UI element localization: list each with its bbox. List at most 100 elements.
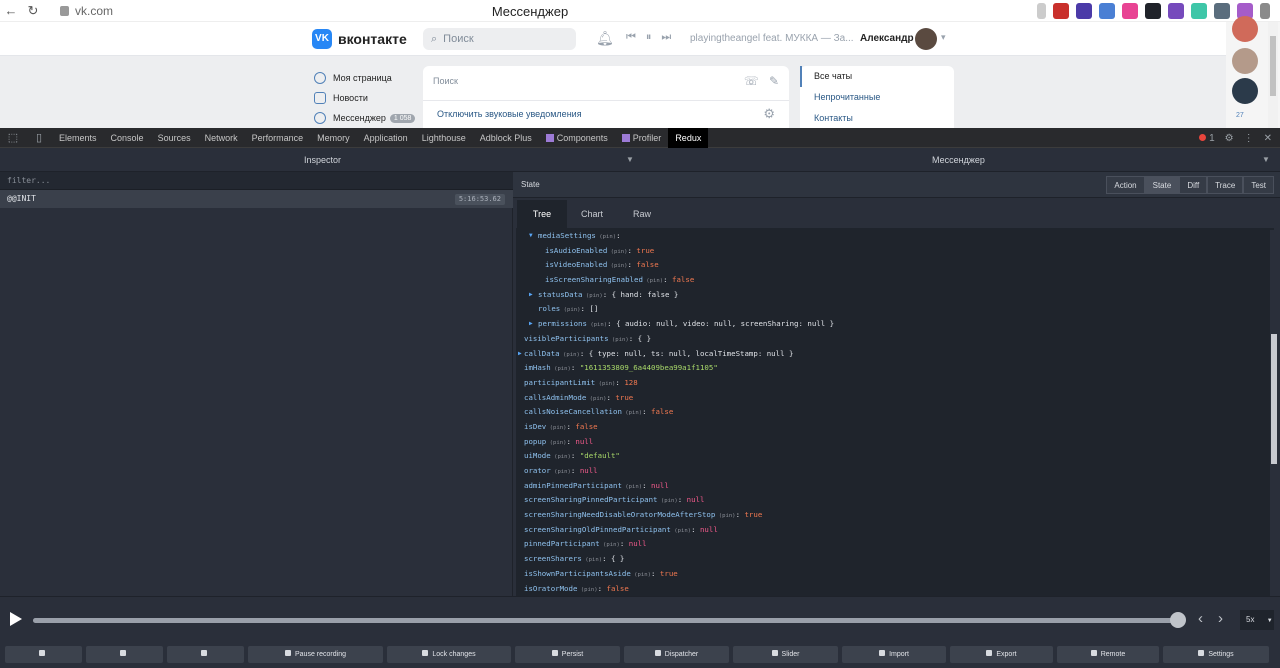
filter-unread[interactable]: Непрочитанные	[800, 87, 954, 108]
tab-chart[interactable]: Chart	[567, 200, 617, 228]
tab-test[interactable]: Test	[1243, 176, 1274, 194]
tree-node[interactable]: ▶ permissions (pin): { audio: null, video…	[524, 317, 1274, 332]
tab-raw[interactable]: Raw	[617, 200, 667, 228]
collapse-arrow-icon[interactable]: ▶	[529, 288, 533, 303]
action-list-item[interactable]: @@INIT 5:16:53.62	[0, 190, 513, 208]
tab-action[interactable]: Action	[1106, 176, 1145, 194]
export-button[interactable]: Export	[950, 646, 1053, 663]
pin-button[interactable]: (pin)	[582, 557, 602, 563]
filter-contacts[interactable]: Контакты	[800, 108, 954, 129]
pin-button[interactable]: (pin)	[551, 454, 571, 460]
sidebar-item-my-page[interactable]: Моя страница	[314, 68, 415, 88]
pause-recording-button[interactable]: Pause recording	[248, 646, 383, 663]
pin-button[interactable]: (pin)	[586, 396, 607, 402]
tree-node[interactable]: ▶ statusData (pin): { hand: false }	[524, 288, 1274, 303]
gear-icon[interactable]: ⚙	[1225, 133, 1234, 144]
pin-button[interactable]: (pin)	[607, 263, 628, 269]
pin-button[interactable]: (pin)	[560, 352, 580, 358]
sidebar-item-news[interactable]: Новости	[314, 88, 415, 108]
tab-network[interactable]: Network	[198, 128, 245, 148]
slider-handle[interactable]	[1170, 612, 1186, 628]
persist-button[interactable]: Persist	[515, 646, 620, 663]
bookmark-icon[interactable]	[1037, 3, 1046, 19]
expand-arrow-icon[interactable]: ▼	[529, 229, 533, 244]
extension-icon[interactable]	[1099, 3, 1115, 19]
redux-icon[interactable]	[1168, 3, 1184, 19]
collapse-arrow-icon[interactable]: ▶	[529, 317, 533, 332]
avatar[interactable]	[1232, 78, 1258, 104]
pin-button[interactable]: (pin)	[609, 337, 629, 343]
track-title[interactable]: playingtheangel feat. МУККА — За...	[690, 33, 854, 44]
call-icon[interactable]: ☏	[744, 74, 759, 88]
more-icon[interactable]: ⋮	[1244, 133, 1254, 144]
pin-button[interactable]: (pin)	[671, 528, 691, 534]
tab-memory[interactable]: Memory	[310, 128, 357, 148]
pin-button[interactable]: (pin)	[607, 249, 628, 255]
tree-node[interactable]: ▶ callData (pin): { type: null, ts: null,…	[518, 347, 1274, 362]
gear-icon[interactable]: ⚙	[763, 106, 775, 122]
inspector-monitor-button[interactable]	[86, 646, 163, 663]
lock-changes-button[interactable]: Lock changes	[387, 646, 511, 663]
tab-sources[interactable]: Sources	[151, 128, 198, 148]
play-icon[interactable]	[10, 612, 22, 626]
pin-button[interactable]: (pin)	[546, 425, 567, 431]
pin-button[interactable]: (pin)	[577, 587, 598, 593]
inspector-header[interactable]: Inspector	[0, 148, 643, 172]
next-track-icon[interactable]: ⏭	[661, 31, 671, 44]
tab-elements[interactable]: Elements	[52, 128, 104, 148]
back-icon[interactable]: ←	[0, 3, 22, 18]
react-icon[interactable]	[1145, 3, 1161, 19]
mute-notifications-link[interactable]: Отключить звуковые уведомления	[437, 109, 582, 119]
pin-button[interactable]: (pin)	[546, 440, 567, 446]
tab-adblock-plus[interactable]: Adblock Plus	[473, 128, 539, 148]
chevron-left-icon[interactable]: ‹	[1198, 610, 1203, 627]
tab-console[interactable]: Console	[104, 128, 151, 148]
download-icon[interactable]	[1260, 3, 1270, 19]
pin-button[interactable]: (pin)	[560, 307, 581, 313]
close-icon[interactable]: ✕	[1264, 133, 1272, 144]
pin-button[interactable]: (pin)	[583, 293, 603, 299]
settings-button[interactable]: Settings	[1163, 646, 1269, 663]
error-counter[interactable]: 1	[1199, 133, 1215, 144]
chevron-down-icon[interactable]: ▾	[941, 32, 946, 43]
chevron-right-icon[interactable]: ›	[1218, 610, 1223, 627]
chart-monitor-button[interactable]	[167, 646, 244, 663]
tab-tree[interactable]: Tree	[517, 200, 567, 228]
tab-trace[interactable]: Trace	[1207, 176, 1244, 194]
tree-node[interactable]: ▼ mediaSettings (pin):	[524, 229, 1274, 244]
avatar[interactable]	[1232, 16, 1258, 42]
action-filter-input[interactable]: filter...	[0, 172, 513, 190]
collapse-arrow-icon[interactable]: ▶	[518, 347, 522, 362]
pin-button[interactable]: (pin)	[551, 469, 571, 475]
tab-profiler[interactable]: Profiler	[615, 128, 669, 148]
pin-button[interactable]: (pin)	[658, 498, 678, 504]
scrollbar-thumb[interactable]	[1270, 36, 1276, 96]
reload-icon[interactable]: ↻	[22, 3, 44, 19]
messenger-search-input[interactable]: Поиск	[433, 76, 458, 86]
vk-search-input[interactable]: ⌕ Поиск	[423, 28, 576, 50]
sidebar-item-messenger[interactable]: Мессенджер 1 058	[314, 108, 416, 128]
extension-icon[interactable]	[1076, 3, 1092, 19]
avatar[interactable]	[915, 28, 937, 50]
tab-performance[interactable]: Performance	[245, 128, 311, 148]
pin-button[interactable]: (pin)	[715, 513, 736, 519]
pin-button[interactable]: (pin)	[631, 572, 651, 578]
instance-selector[interactable]: Мессенджер	[643, 148, 1280, 172]
chevron-down-icon[interactable]: ▼	[626, 148, 634, 172]
pin-button[interactable]: (pin)	[622, 410, 642, 416]
slider-button[interactable]: Slider	[733, 646, 838, 663]
address-bar[interactable]: vk.com	[60, 4, 113, 18]
tab-lighthouse[interactable]: Lighthouse	[415, 128, 473, 148]
tab-application[interactable]: Application	[357, 128, 415, 148]
history-slider[interactable]	[33, 618, 1178, 623]
pin-button[interactable]: (pin)	[595, 381, 616, 387]
pin-button[interactable]: (pin)	[622, 484, 642, 490]
inspect-icon[interactable]: ⬚	[0, 131, 26, 144]
speed-select[interactable]: 5x ▼	[1240, 610, 1274, 630]
tab-diff[interactable]: Diff	[1179, 176, 1208, 194]
tab-state[interactable]: State	[1144, 176, 1180, 194]
page-scrollbar[interactable]	[1268, 22, 1278, 128]
chevron-down-icon[interactable]: ▼	[1262, 148, 1270, 172]
pin-button[interactable]: (pin)	[551, 366, 571, 372]
tab-redux[interactable]: Redux	[668, 127, 709, 148]
